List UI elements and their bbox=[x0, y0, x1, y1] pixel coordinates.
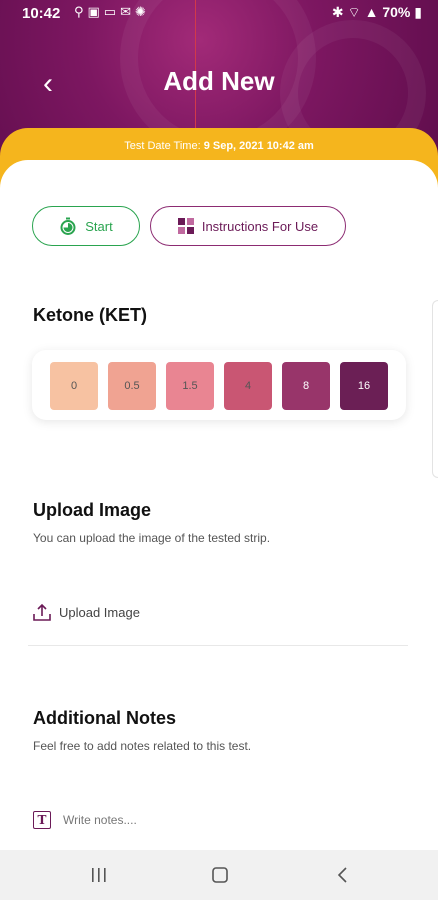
upload-subtitle: You can upload the image of the tested s… bbox=[33, 531, 271, 545]
home-button[interactable] bbox=[205, 862, 235, 888]
instructions-label: Instructions For Use bbox=[201, 218, 319, 234]
upload-title: Upload Image bbox=[33, 500, 152, 520]
notes-title: Additional Notes bbox=[33, 708, 176, 728]
side-scroll-tab[interactable] bbox=[432, 300, 438, 478]
start-button[interactable]: Start bbox=[32, 206, 140, 246]
notes-placeholder: Write notes.... bbox=[63, 813, 137, 827]
status-bar: 10:42 ⚲▣▭✉✺ ✱ ⌔ ▲ 70% ▮ bbox=[0, 0, 438, 28]
date-label: Test Date Time: bbox=[124, 140, 204, 152]
system-nav-bar bbox=[0, 850, 438, 900]
test-date-time: Test Date Time: 9 Sep, 2021 10:42 am bbox=[0, 140, 438, 152]
grid-icon bbox=[177, 218, 194, 234]
color-swatch[interactable]: 16 bbox=[340, 362, 388, 410]
color-swatch[interactable]: 4 bbox=[224, 362, 272, 410]
battery-level: 70% bbox=[382, 4, 411, 20]
color-swatch[interactable]: 8 bbox=[282, 362, 330, 410]
color-swatch[interactable]: 1.5 bbox=[166, 362, 214, 410]
notes-input[interactable]: T Write notes.... bbox=[33, 808, 137, 832]
upload-label: Upload Image bbox=[59, 604, 140, 620]
battery-icon: ▮ bbox=[414, 4, 422, 20]
text-icon: T bbox=[33, 811, 51, 829]
notes-subtitle: Feel free to add notes related to this t… bbox=[33, 739, 252, 753]
upload-icon bbox=[33, 603, 51, 621]
status-time: 10:42 bbox=[22, 5, 61, 22]
back-icon bbox=[337, 867, 347, 883]
stopwatch-icon bbox=[59, 217, 77, 235]
test-name: Ketone (KET) bbox=[33, 305, 147, 325]
color-scale: 0 0.5 1.5 4 8 16 bbox=[32, 350, 406, 420]
home-icon bbox=[212, 867, 228, 883]
color-swatch[interactable]: 0.5 bbox=[108, 362, 156, 410]
upload-image-button[interactable]: Upload Image bbox=[33, 600, 140, 624]
date-value: 9 Sep, 2021 10:42 am bbox=[203, 140, 314, 152]
divider bbox=[28, 645, 408, 646]
recent-apps-icon bbox=[92, 868, 106, 882]
recent-apps-button[interactable] bbox=[84, 862, 114, 888]
color-swatch[interactable]: 0 bbox=[50, 362, 98, 410]
start-label: Start bbox=[85, 218, 113, 234]
notification-icons: ⚲▣▭✉✺ bbox=[74, 4, 150, 19]
instructions-button[interactable]: Instructions For Use bbox=[150, 206, 346, 246]
signal-icon: ▲ bbox=[364, 4, 379, 20]
bluetooth-icon: ✱ bbox=[331, 4, 344, 20]
page-title: Add New bbox=[163, 66, 275, 96]
wifi-icon: ⌔ bbox=[347, 4, 361, 20]
status-right: ✱ ⌔ ▲ 70% ▮ bbox=[332, 4, 422, 22]
back-nav-button[interactable] bbox=[328, 862, 358, 888]
